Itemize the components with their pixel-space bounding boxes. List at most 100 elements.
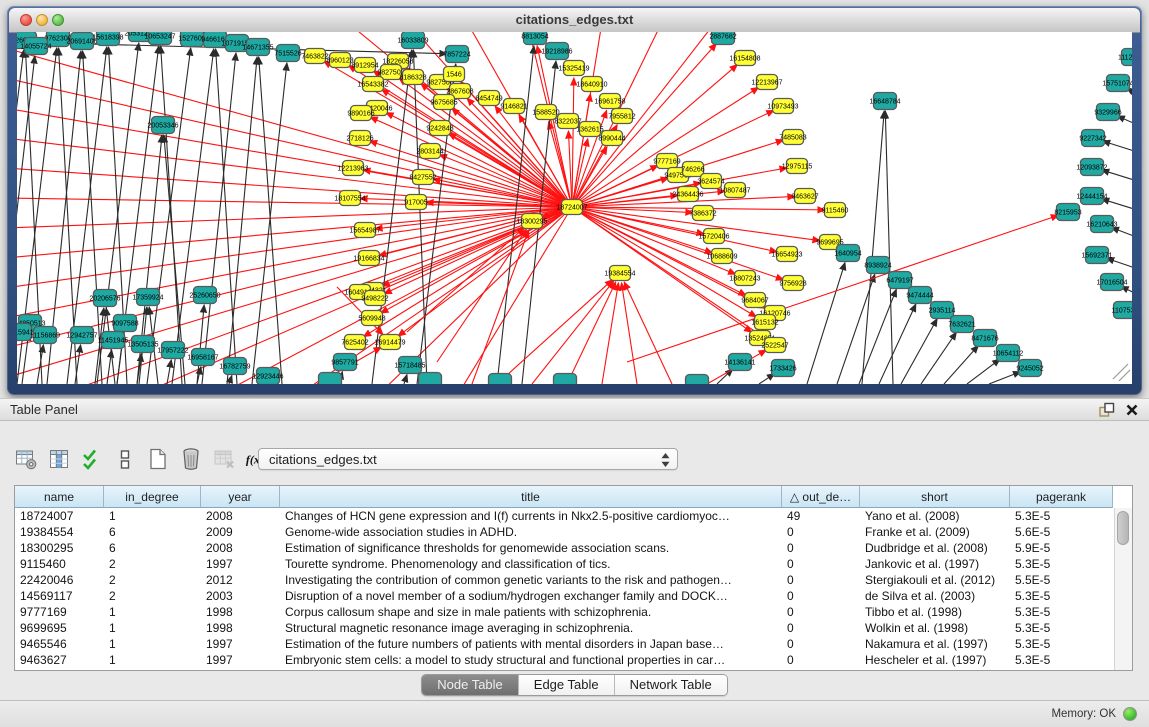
graph-node[interactable]: [489, 374, 512, 385]
network-window: citations_edges.txt 22605389762309140557…: [7, 6, 1142, 395]
window-title: citations_edges.txt: [9, 8, 1140, 32]
table-row[interactable]: 1872400712008Changes of HCN gene express…: [15, 508, 1132, 524]
table-header-row: namein_degreeyeartitle△ out_de…shortpage…: [15, 486, 1132, 508]
network-canvas[interactable]: 2260538976230914055724206914061561839820…: [17, 32, 1132, 384]
graph-node[interactable]: [419, 373, 442, 385]
graph-node-label: 9756928: [779, 281, 806, 288]
graph-node-label: 7625402: [341, 340, 368, 347]
table-row[interactable]: 969969511998Structural magnetic resonanc…: [15, 620, 1132, 636]
table-cell: de Silva et al. (2003): [860, 588, 1010, 604]
table-body: 1872400712008Changes of HCN gene express…: [15, 508, 1132, 668]
graph-node-label: 15720406: [698, 234, 729, 241]
column-header[interactable]: pagerank: [1010, 486, 1113, 508]
graph-node-label: 17957222: [157, 348, 188, 355]
table-cell: Genome-wide association studies in ADHD.: [280, 524, 782, 540]
network-graph[interactable]: 2260538976230914055724206914061561839820…: [17, 32, 1132, 384]
float-panel-icon[interactable]: [1098, 402, 1115, 418]
graph-node[interactable]: [319, 373, 342, 385]
graph-node-label: 7515526: [274, 51, 301, 58]
table-selector[interactable]: citations_edges.txt: [258, 448, 678, 470]
graph-node-label: 9675685: [430, 100, 457, 107]
table-columns-icon[interactable]: [47, 447, 71, 471]
table-mode-icon[interactable]: [113, 447, 137, 471]
graph-node-label: 9115460: [822, 208, 849, 215]
select-rows-icon[interactable]: [80, 447, 104, 471]
table-cell: Tibbo et al. (1998): [860, 604, 1010, 620]
graph-node-label: 18724007: [556, 205, 587, 212]
table-tabs: Node TableEdge TableNetwork Table: [0, 674, 1149, 696]
graph-node-label: 8322037: [554, 119, 581, 126]
column-header[interactable]: short: [860, 486, 1010, 508]
table-cell: 5.3E-5: [1010, 636, 1113, 652]
table-row[interactable]: 1456911722003Disruption of a novel membe…: [15, 588, 1132, 604]
table-toolbar: f(x): [14, 445, 269, 473]
graph-node-label: 19218986: [541, 49, 572, 56]
table-cell: 22420046: [15, 572, 104, 588]
column-header[interactable]: △ out_de…: [782, 486, 860, 508]
tab-network-table[interactable]: Network Table: [614, 675, 727, 695]
table-cell: 9777169: [15, 604, 104, 620]
table-row[interactable]: 946362711997Embryonic stem cells: a mode…: [15, 652, 1132, 668]
delete-column-icon[interactable]: [179, 447, 203, 471]
tab-node-table[interactable]: Node Table: [422, 675, 518, 695]
graph-node-label: 16782759: [219, 364, 250, 371]
graph-node-label: 12093872: [1076, 165, 1107, 172]
graph-node-label: 9474444: [906, 293, 933, 300]
table-cell: 2: [104, 588, 201, 604]
graph-node-label: 16648784: [869, 99, 900, 106]
table-row[interactable]: 977716911998Corpus callosum shape and si…: [15, 604, 1132, 620]
graph-node[interactable]: [686, 375, 709, 385]
table-cell: Wolkin et al. (1998): [860, 620, 1010, 636]
table-row[interactable]: 911546021997Tourette syndrome. Phenomeno…: [15, 556, 1132, 572]
scrollbar-thumb[interactable]: [1117, 511, 1129, 545]
table-cell: Estimation of significance thresholds fo…: [280, 540, 782, 556]
table-cell: Corpus callosum shape and size in male p…: [280, 604, 782, 620]
graph-node-label: 9146821: [500, 104, 527, 111]
graph-node-label: 18107554: [334, 196, 365, 203]
table-cell: 9115460: [15, 556, 104, 572]
table-cell: 1997: [201, 652, 280, 668]
graph-node-label: 14055724: [20, 44, 51, 51]
table-cell: Structural magnetic resonance image aver…: [280, 620, 782, 636]
graph-node-label: 9242848: [426, 126, 453, 133]
new-column-icon[interactable]: [146, 447, 170, 471]
column-header[interactable]: year: [201, 486, 280, 508]
table-gear-icon[interactable]: [14, 447, 38, 471]
resize-grip-icon[interactable]: [1113, 364, 1130, 381]
graph-node-label: 7463822: [301, 54, 328, 61]
column-header[interactable]: in_degree: [104, 486, 201, 508]
table-panel-title: Table Panel: [10, 402, 78, 417]
table-cell: 0: [782, 572, 860, 588]
graph-node-label: 12942757: [66, 333, 97, 340]
graph-node-label: 17359924: [132, 295, 163, 302]
graph-node-label: 8990444: [598, 136, 625, 143]
table-row[interactable]: 946554611997Estimation of the future num…: [15, 636, 1132, 652]
graph-node-label: 1733426: [769, 366, 796, 373]
graph-node-label: 8427552: [409, 175, 436, 182]
table-cell: Franke et al. (2009): [860, 524, 1010, 540]
graph-node-label: 16914479: [374, 340, 405, 347]
table-cell: Investigating the contribution of common…: [280, 572, 782, 588]
table-cell: 9699695: [15, 620, 104, 636]
table-scrollbar[interactable]: [1114, 508, 1132, 670]
graph-node-label: 24364436: [672, 192, 703, 199]
delete-table-icon[interactable]: [212, 447, 236, 471]
network-window-titlebar[interactable]: citations_edges.txt: [9, 8, 1140, 33]
graph-node-label: 10807487: [719, 188, 750, 195]
memory-status-icon[interactable]: [1123, 707, 1137, 721]
table-row[interactable]: 2242004622012Investigating the contribut…: [15, 572, 1132, 588]
table-cell: 2012: [201, 572, 280, 588]
tab-edge-table[interactable]: Edge Table: [518, 675, 614, 695]
graph-node-label: 15692371: [1081, 253, 1112, 260]
column-header[interactable]: name: [15, 486, 104, 508]
table-row[interactable]: 1830029562008Estimation of significance …: [15, 540, 1132, 556]
column-header[interactable]: title: [280, 486, 782, 508]
graph-node-label: 11121433: [1118, 55, 1132, 62]
table-row[interactable]: 1938455462009Genome-wide association stu…: [15, 524, 1132, 540]
close-panel-icon[interactable]: [1125, 403, 1139, 417]
graph-node-label: 1107533: [1112, 308, 1132, 315]
graph-node-label: 1640954: [834, 251, 861, 258]
table-cell: 49: [782, 508, 860, 524]
graph-node-label: 16154808: [729, 56, 760, 63]
graph-node[interactable]: [554, 374, 577, 385]
